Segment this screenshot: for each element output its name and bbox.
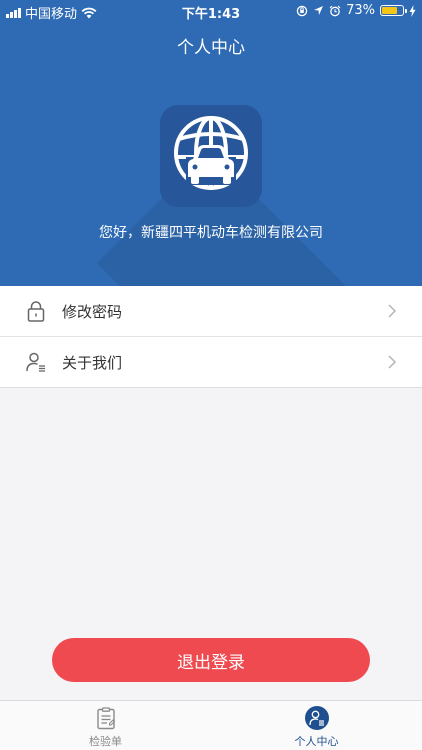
charging-icon <box>409 4 416 17</box>
tab-profile[interactable]: 个人中心 <box>211 701 422 750</box>
globe-car-icon <box>174 116 248 190</box>
status-right: 73% <box>296 3 416 18</box>
profile-header: 中国移动 下午1:43 73% 个人中心 您好，新疆四平机动车检测有限公司 <box>0 0 422 286</box>
profile-icon <box>304 706 329 730</box>
logout-button[interactable]: 退出登录 <box>52 638 370 682</box>
page-title: 个人中心 <box>177 38 245 58</box>
tab-label: 检验单 <box>89 735 122 748</box>
chevron-right-icon <box>388 304 397 318</box>
battery-icon <box>380 5 407 16</box>
status-bar: 中国移动 下午1:43 73% <box>0 0 422 22</box>
clipboard-icon <box>96 707 115 730</box>
chevron-right-icon <box>388 355 397 369</box>
menu-item-change-password[interactable]: 修改密码 <box>0 286 422 336</box>
lock-icon <box>27 301 45 322</box>
settings-menu: 修改密码 关于我们 <box>0 286 422 388</box>
battery-percent: 73% <box>346 3 375 18</box>
menu-item-about-us[interactable]: 关于我们 <box>0 336 422 387</box>
tab-label: 个人中心 <box>294 735 339 748</box>
menu-item-label: 修改密码 <box>62 302 123 321</box>
greeting-text: 您好，新疆四平机动车检测有限公司 <box>99 225 323 241</box>
battery-fill <box>382 7 397 14</box>
profile-page: 中国移动 下午1:43 73% 个人中心 您好，新疆四平机动车检测有限公司 修改… <box>0 0 422 750</box>
alarm-icon <box>329 5 341 16</box>
orientation-lock-icon <box>296 5 308 16</box>
tab-bar: 检验单 个人中心 <box>0 700 422 750</box>
location-icon <box>314 6 324 15</box>
menu-item-label: 关于我们 <box>62 353 123 372</box>
user-info-icon <box>26 352 45 372</box>
tab-inspection-orders[interactable]: 检验单 <box>0 701 211 750</box>
app-logo <box>160 105 262 207</box>
